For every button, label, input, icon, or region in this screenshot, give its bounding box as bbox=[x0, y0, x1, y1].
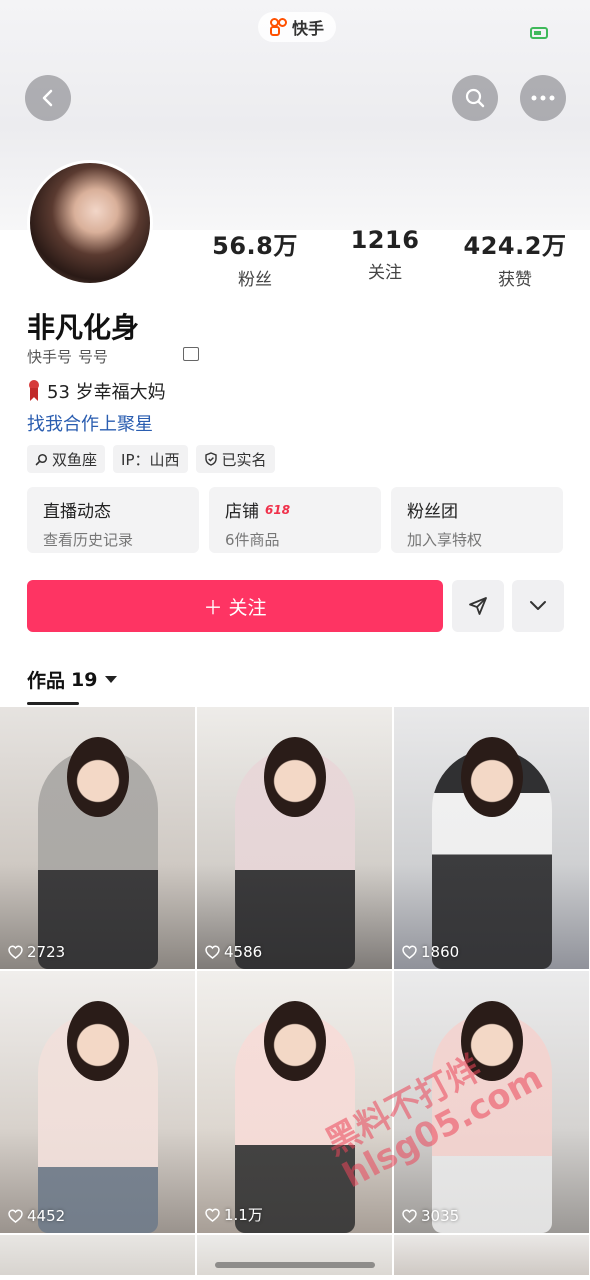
like-count-text: 3035 bbox=[421, 1207, 460, 1225]
card-fan-club[interactable]: 粉丝团 加入享特权 bbox=[391, 487, 563, 553]
tag-text: 双鱼座 bbox=[52, 450, 98, 469]
account-label: 快手号 bbox=[27, 348, 73, 366]
more-button[interactable] bbox=[520, 75, 566, 121]
like-count-text: 4452 bbox=[27, 1207, 66, 1225]
profile-tags: 双鱼座 IP：山西 已实名 bbox=[27, 445, 275, 473]
like-count: 1.1万 bbox=[205, 1204, 263, 1225]
card-subtitle: 加入享特权 bbox=[407, 531, 483, 549]
follow-label: ＋ 关注 bbox=[203, 596, 267, 619]
tag-zodiac: 双鱼座 bbox=[27, 445, 106, 473]
shield-icon bbox=[204, 452, 217, 466]
card-live-history[interactable]: 直播动态 查看历史记录 bbox=[27, 487, 199, 553]
thumbnail-head bbox=[66, 737, 129, 817]
caret-down-icon bbox=[105, 676, 118, 683]
like-count-text: 1860 bbox=[421, 943, 460, 961]
video-thumbnail[interactable] bbox=[394, 1235, 589, 1275]
bio-text: 53 岁幸福大妈 bbox=[47, 382, 166, 403]
bio-line: 53 岁幸福大妈 bbox=[27, 378, 166, 404]
video-thumbnail[interactable]: 2723 bbox=[0, 707, 195, 969]
card-title: 粉丝团 bbox=[407, 502, 458, 522]
search-icon bbox=[35, 453, 48, 465]
video-thumbnail[interactable]: 1.1万 bbox=[197, 971, 392, 1233]
stat-fans[interactable]: 56.8万 粉丝 bbox=[200, 226, 310, 290]
bio-link[interactable]: 找我合作上聚星 bbox=[27, 410, 153, 436]
avatar[interactable] bbox=[27, 160, 153, 286]
stat-label: 获赞 bbox=[498, 270, 532, 290]
tag-text: IP：山西 bbox=[121, 450, 180, 469]
stat-label: 关注 bbox=[368, 263, 402, 283]
thumbnail-head bbox=[66, 1001, 129, 1081]
thumbnail-head bbox=[263, 1001, 326, 1081]
profile-nickname: 非凡化身 bbox=[27, 311, 140, 344]
video-thumbnail[interactable]: 4452 bbox=[0, 971, 195, 1233]
more-dots-icon bbox=[531, 95, 555, 101]
heart-icon bbox=[402, 945, 417, 959]
recommend-dropdown-button[interactable] bbox=[512, 580, 564, 632]
heart-icon bbox=[8, 945, 23, 959]
search-icon bbox=[465, 88, 485, 108]
feature-cards: 直播动态 查看历史记录 店铺 618 6件商品 粉丝团 加入享特权 bbox=[27, 487, 563, 553]
video-thumbnail[interactable]: 1860 bbox=[394, 707, 589, 969]
follow-button[interactable]: ＋ 关注 bbox=[27, 580, 443, 632]
like-count-text: 4586 bbox=[224, 943, 263, 961]
card-subtitle: 查看历史记录 bbox=[43, 531, 134, 549]
home-indicator[interactable] bbox=[215, 1262, 375, 1268]
kuaishou-logo-icon bbox=[270, 18, 288, 36]
stat-likes[interactable]: 424.2万 获赞 bbox=[460, 226, 570, 290]
works-count: 19 bbox=[71, 668, 98, 691]
search-button[interactable] bbox=[452, 75, 498, 121]
back-button[interactable] bbox=[25, 75, 71, 121]
copy-icon[interactable] bbox=[183, 347, 199, 361]
like-count-text: 2723 bbox=[27, 943, 66, 961]
stat-value: 56.8万 bbox=[212, 232, 298, 260]
like-count: 3035 bbox=[402, 1207, 459, 1225]
works-grid: 2723 4586 1860 4452 1.1万 3035 bbox=[0, 707, 590, 1275]
like-count: 1860 bbox=[402, 943, 459, 961]
battery-icon bbox=[530, 27, 548, 39]
thumbnail-head bbox=[263, 737, 326, 817]
tag-text: 已实名 bbox=[221, 450, 267, 469]
video-thumbnail[interactable]: 4586 bbox=[197, 707, 392, 969]
chevron-down-icon bbox=[530, 601, 546, 610]
heart-icon bbox=[402, 1209, 417, 1223]
account-id-row: 快手号 号号 bbox=[27, 346, 108, 367]
tab-label: 作品 bbox=[27, 670, 66, 692]
heart-icon bbox=[8, 1209, 23, 1223]
tab-underline bbox=[27, 702, 79, 705]
card-title: 直播动态 bbox=[43, 502, 111, 522]
send-icon bbox=[469, 597, 487, 615]
like-count-text: 1.1万 bbox=[224, 1206, 263, 1224]
message-button[interactable] bbox=[452, 580, 504, 632]
tab-works[interactable]: 作品 19 bbox=[27, 666, 118, 693]
thumbnail-head bbox=[460, 737, 523, 817]
tag-verified: 已实名 bbox=[195, 445, 275, 473]
like-count: 2723 bbox=[8, 943, 65, 961]
like-count: 4452 bbox=[8, 1207, 65, 1225]
sale-badge: 618 bbox=[265, 502, 291, 517]
stat-value: 1216 bbox=[350, 226, 420, 254]
card-title: 店铺 bbox=[225, 502, 259, 522]
like-count: 4586 bbox=[205, 943, 262, 961]
app-badge: 快手 bbox=[258, 12, 337, 42]
video-thumbnail[interactable] bbox=[0, 1235, 195, 1275]
stat-label: 粉丝 bbox=[238, 270, 272, 290]
card-subtitle: 6件商品 bbox=[225, 531, 280, 549]
account-value: 号号 bbox=[78, 348, 109, 366]
profile-stats: 56.8万 粉丝 1216 关注 424.2万 获赞 bbox=[200, 226, 570, 290]
chevron-left-icon bbox=[42, 89, 53, 107]
ribbon-icon bbox=[27, 380, 41, 402]
card-shop[interactable]: 店铺 618 6件商品 bbox=[209, 487, 381, 553]
stat-following[interactable]: 1216 关注 bbox=[330, 226, 440, 290]
heart-icon bbox=[205, 945, 220, 959]
app-name: 快手 bbox=[292, 19, 325, 38]
stat-value: 424.2万 bbox=[463, 232, 567, 260]
tag-ip: IP：山西 bbox=[113, 445, 188, 473]
heart-icon bbox=[205, 1207, 220, 1222]
video-thumbnail[interactable] bbox=[197, 1235, 392, 1275]
